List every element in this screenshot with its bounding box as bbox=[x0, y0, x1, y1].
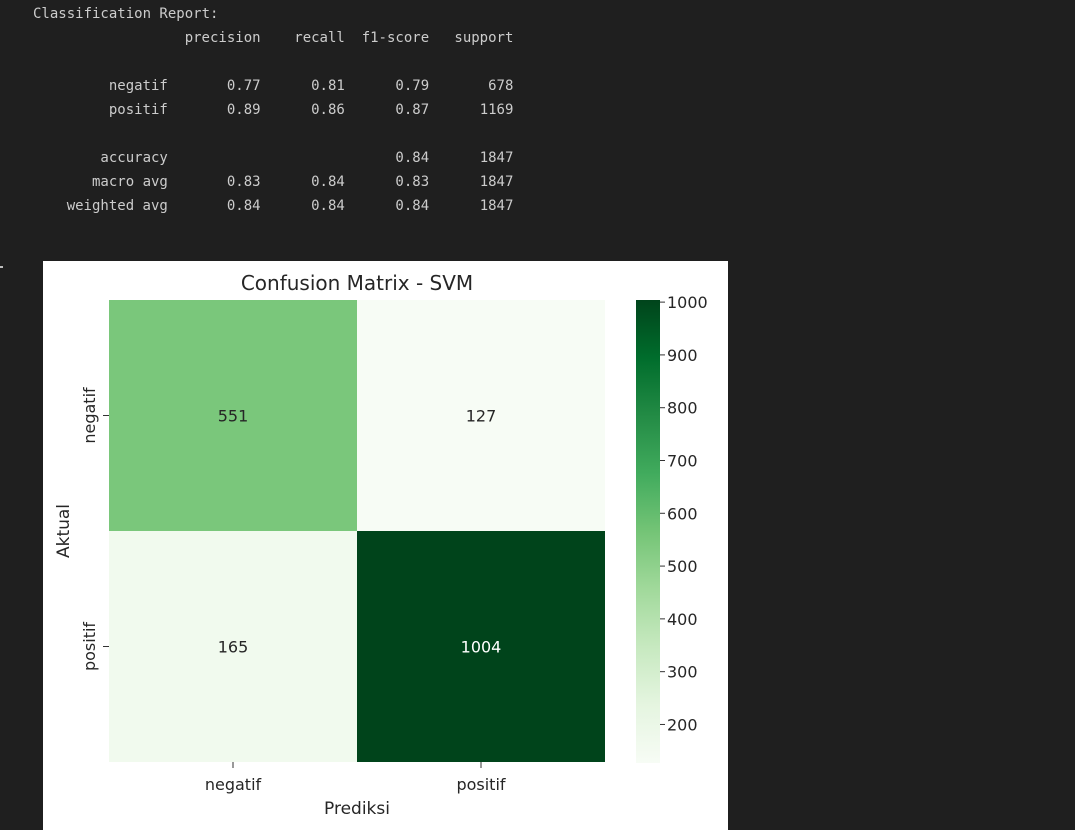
colorbar bbox=[636, 300, 660, 763]
report-cell: 0.83 bbox=[395, 174, 430, 190]
report-blank-line bbox=[33, 50, 513, 74]
report-cell: 1847 bbox=[479, 150, 514, 166]
x-axis: negatif positif bbox=[205, 762, 506, 794]
report-header-precision: precision bbox=[184, 30, 261, 46]
confusion-matrix-heatmap: Confusion Matrix - SVM 551 127 165 1004 neg… bbox=[54, 271, 708, 819]
report-title: Classification Report: bbox=[33, 2, 513, 26]
report-cell: 0.84 bbox=[395, 150, 430, 166]
report-row: weighted avg 0.84 0.84 0.84 1847 bbox=[33, 194, 514, 218]
report-header-recall: recall bbox=[294, 30, 345, 46]
report-header-row: precision recall f1-score support bbox=[33, 26, 514, 50]
report-cell: 1847 bbox=[479, 174, 514, 190]
report-cell: 0.77 bbox=[226, 78, 261, 94]
report-row: accuracy 0.84 1847 bbox=[33, 146, 513, 170]
report-row-label: weighted avg bbox=[66, 198, 168, 214]
report-cell: 0.86 bbox=[311, 102, 345, 118]
colorbar-tick-label: 1000 bbox=[667, 293, 708, 312]
report-cell: 1169 bbox=[479, 102, 514, 118]
y-axis-label: Aktual bbox=[54, 504, 74, 558]
colorbar-ticks: 200 300 400 500 600 700 800 900 1000 bbox=[660, 293, 708, 734]
report-row: negatif 0.77 0.81 0.79 678 bbox=[33, 74, 514, 98]
report-cell: 678 bbox=[488, 78, 514, 94]
heatmap-cell-value: 127 bbox=[466, 407, 497, 426]
heatmap-cell-value: 1004 bbox=[461, 638, 502, 657]
report-cell: 1847 bbox=[479, 198, 514, 214]
x-tick-label: positif bbox=[456, 775, 505, 794]
report-header-support: support bbox=[454, 30, 514, 46]
colorbar-tick-label: 700 bbox=[667, 451, 698, 470]
y-axis: negatif positif bbox=[80, 387, 109, 671]
heatmap-cells bbox=[109, 300, 605, 762]
x-axis-label: Prediksi bbox=[324, 799, 390, 819]
x-tick-label: negatif bbox=[205, 775, 262, 794]
colorbar-tick-label: 400 bbox=[667, 610, 698, 629]
colorbar-tick-label: 500 bbox=[667, 557, 698, 576]
report-title-text: Classification Report: bbox=[33, 6, 219, 22]
chart-title: Confusion Matrix - SVM bbox=[241, 271, 473, 295]
heatmap-cell-value: 165 bbox=[218, 638, 249, 657]
cell-output-marker bbox=[0, 266, 3, 268]
report-cell: 0.84 bbox=[311, 174, 345, 190]
confusion-matrix-figure: Confusion Matrix - SVM 551 127 165 1004 neg… bbox=[43, 261, 728, 830]
report-cell: 0.87 bbox=[395, 102, 430, 118]
classification-report: Classification Report: precision recall f1-… bbox=[33, 2, 513, 218]
report-row-label: positif bbox=[108, 102, 168, 118]
report-row: positif 0.89 0.86 0.87 1169 bbox=[33, 98, 514, 122]
colorbar-tick-label: 600 bbox=[667, 504, 698, 523]
report-cell: 0.79 bbox=[395, 78, 430, 94]
colorbar-tick-label: 200 bbox=[667, 715, 698, 734]
report-row-label: macro avg bbox=[92, 174, 168, 190]
report-row: macro avg 0.83 0.84 0.83 1847 bbox=[33, 170, 513, 194]
colorbar-tick-label: 900 bbox=[667, 346, 698, 365]
colorbar-tick-label: 800 bbox=[667, 399, 698, 418]
report-cell: 0.89 bbox=[226, 102, 261, 118]
report-cell: 0.84 bbox=[395, 198, 430, 214]
colorbar-tick-label: 300 bbox=[667, 663, 698, 682]
report-row-label: negatif bbox=[108, 78, 168, 94]
report-cell: 0.84 bbox=[226, 198, 261, 214]
report-blank-line bbox=[33, 122, 513, 146]
report-cell: 0.83 bbox=[226, 174, 261, 190]
report-cell: 0.81 bbox=[311, 78, 345, 94]
report-row-label: accuracy bbox=[100, 150, 168, 166]
report-header-f1-score: f1-score bbox=[361, 30, 430, 46]
y-tick-label: positif bbox=[80, 622, 99, 671]
y-tick-label: negatif bbox=[80, 387, 99, 444]
report-cell: 0.84 bbox=[311, 198, 345, 214]
heatmap-cell-value: 551 bbox=[218, 407, 249, 426]
